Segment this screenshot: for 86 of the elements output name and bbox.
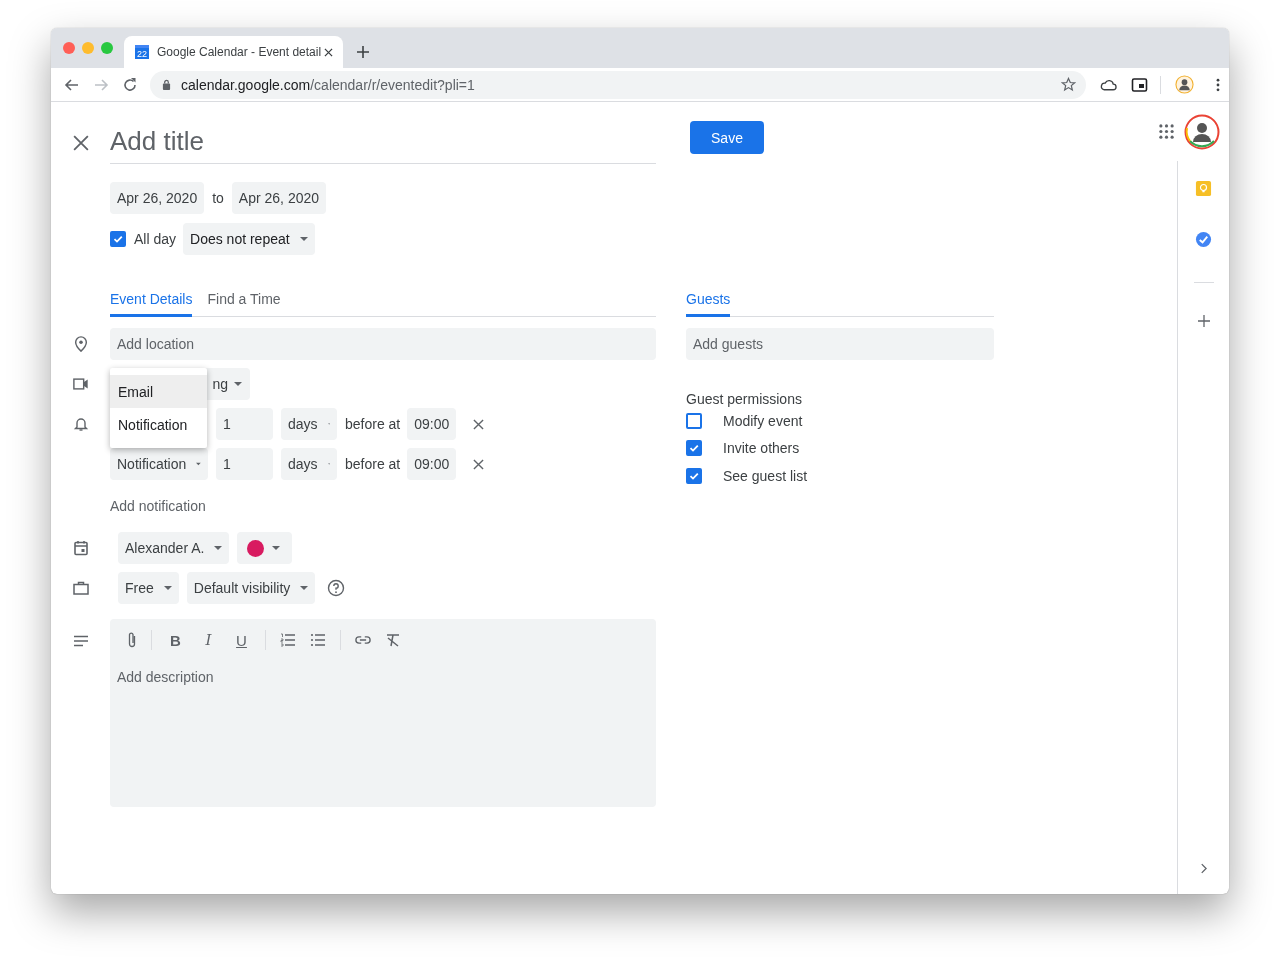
format-button[interactable]: U bbox=[232, 631, 251, 649]
reload-icon[interactable] bbox=[122, 76, 138, 93]
chevron-right-icon[interactable] bbox=[1200, 863, 1207, 874]
time-field[interactable]: 09:00 bbox=[407, 448, 457, 480]
description-placeholder: Add description bbox=[117, 669, 215, 685]
caret-icon bbox=[163, 586, 172, 590]
checkmark-icon bbox=[112, 233, 124, 245]
format-button[interactable]: I bbox=[199, 631, 218, 649]
bulleted-list-icon[interactable] bbox=[310, 633, 326, 647]
profile-avatar-icon[interactable] bbox=[1175, 75, 1194, 94]
guest-permissions-heading: Guest permissions bbox=[686, 391, 803, 407]
remove-icon[interactable] bbox=[473, 458, 485, 470]
availability-dropdown[interactable]: Free bbox=[118, 572, 179, 604]
paperclip-icon[interactable] bbox=[127, 631, 137, 649]
bell-icon bbox=[73, 416, 89, 432]
numbered-list-icon[interactable] bbox=[280, 633, 296, 647]
permission-label: Modify event bbox=[723, 412, 803, 429]
browser-menu-icon[interactable] bbox=[1216, 77, 1220, 92]
clear-formatting-icon[interactable] bbox=[385, 633, 401, 647]
tab[interactable]: Find a Time bbox=[207, 283, 281, 317]
new-tab-icon[interactable] bbox=[357, 46, 369, 58]
close-icon[interactable] bbox=[73, 134, 89, 151]
unit-dropdown[interactable]: days bbox=[281, 448, 337, 480]
all-day-checkbox[interactable] bbox=[110, 231, 126, 247]
account-avatar-icon[interactable] bbox=[1184, 113, 1220, 150]
caret-icon bbox=[214, 546, 223, 550]
picture-in-picture-icon[interactable] bbox=[1131, 77, 1148, 92]
amount-field[interactable]: 1 bbox=[216, 408, 273, 440]
unit-dropdown[interactable]: days bbox=[281, 408, 337, 440]
guests-tab[interactable]: Guests bbox=[686, 283, 731, 317]
browser-tab[interactable]: 22 Google Calendar - Event detail bbox=[124, 36, 343, 68]
add-guests-field[interactable]: Add guests bbox=[686, 328, 994, 360]
apps-grid-icon[interactable] bbox=[1159, 124, 1174, 139]
permission-label: See guest list bbox=[723, 467, 808, 484]
caret-icon bbox=[300, 586, 309, 590]
permission-label: Invite others bbox=[723, 440, 800, 457]
all-day-label: All day bbox=[134, 231, 177, 247]
caret-icon bbox=[272, 546, 281, 550]
format-button[interactable]: B bbox=[166, 631, 185, 649]
repeat-dropdown[interactable]: Does not repeat bbox=[183, 223, 315, 255]
caret-icon bbox=[234, 382, 242, 386]
briefcase-icon bbox=[73, 580, 89, 596]
address-bar[interactable]: calendar.google.com/calendar/r/eventedit?pli=1 bbox=[150, 70, 1086, 99]
title-field[interactable]: Add title bbox=[110, 121, 656, 164]
calendar-icon bbox=[73, 540, 89, 556]
tab-title: Google Calendar - Event detail bbox=[157, 45, 323, 59]
caret-icon bbox=[327, 462, 330, 466]
link-icon[interactable] bbox=[355, 633, 371, 647]
caret-icon bbox=[299, 237, 308, 241]
permission-checkbox[interactable] bbox=[686, 412, 702, 429]
url-text: calendar.google.com/calendar/r/eventedit?pli=1 bbox=[181, 76, 476, 93]
add-icon[interactable] bbox=[1197, 315, 1210, 327]
add-notification-link[interactable]: Add notification bbox=[110, 498, 206, 514]
caret-icon bbox=[327, 422, 330, 426]
location-field[interactable]: Add location bbox=[110, 328, 656, 360]
before-at-label: before at bbox=[345, 416, 401, 432]
location-pin-icon bbox=[73, 336, 89, 352]
description-field[interactable]: B I U Add description bbox=[110, 619, 656, 807]
to-label: to bbox=[212, 190, 224, 206]
amount-field[interactable]: 1 bbox=[216, 448, 273, 480]
before-at-label: before at bbox=[345, 456, 401, 472]
check-circle-icon[interactable] bbox=[1195, 231, 1212, 248]
end-date-field[interactable]: Apr 26, 2020 bbox=[231, 182, 327, 214]
close-tab-icon[interactable] bbox=[324, 47, 333, 57]
permission-checkbox[interactable] bbox=[686, 440, 702, 457]
start-date-field[interactable]: Apr 26, 2020 bbox=[110, 182, 205, 214]
save-button[interactable]: Save bbox=[690, 121, 764, 154]
notification-type-dropdown[interactable]: Notification bbox=[110, 448, 208, 480]
tab[interactable]: Event Details bbox=[110, 283, 193, 317]
calendar-dropdown[interactable]: Alexander A. bbox=[118, 532, 230, 564]
permission-checkbox[interactable] bbox=[686, 467, 702, 484]
star-icon[interactable] bbox=[1061, 77, 1076, 92]
remove-icon[interactable] bbox=[473, 418, 485, 430]
description-lines-icon bbox=[73, 633, 89, 649]
help-icon[interactable] bbox=[327, 579, 346, 597]
visibility-dropdown[interactable]: Default visibility bbox=[186, 572, 316, 604]
menu-item[interactable]: Email bbox=[110, 375, 207, 408]
calendar-favicon: 22 bbox=[135, 45, 149, 59]
menu-item[interactable]: Notification bbox=[110, 408, 207, 441]
video-camera-icon bbox=[73, 376, 89, 392]
caret-icon bbox=[196, 462, 201, 466]
time-field[interactable]: 09:00 bbox=[407, 408, 457, 440]
event-color-dropdown[interactable] bbox=[237, 532, 293, 564]
lock-icon bbox=[162, 79, 171, 90]
back-icon[interactable] bbox=[64, 76, 80, 93]
cloud-icon[interactable] bbox=[1100, 77, 1117, 92]
